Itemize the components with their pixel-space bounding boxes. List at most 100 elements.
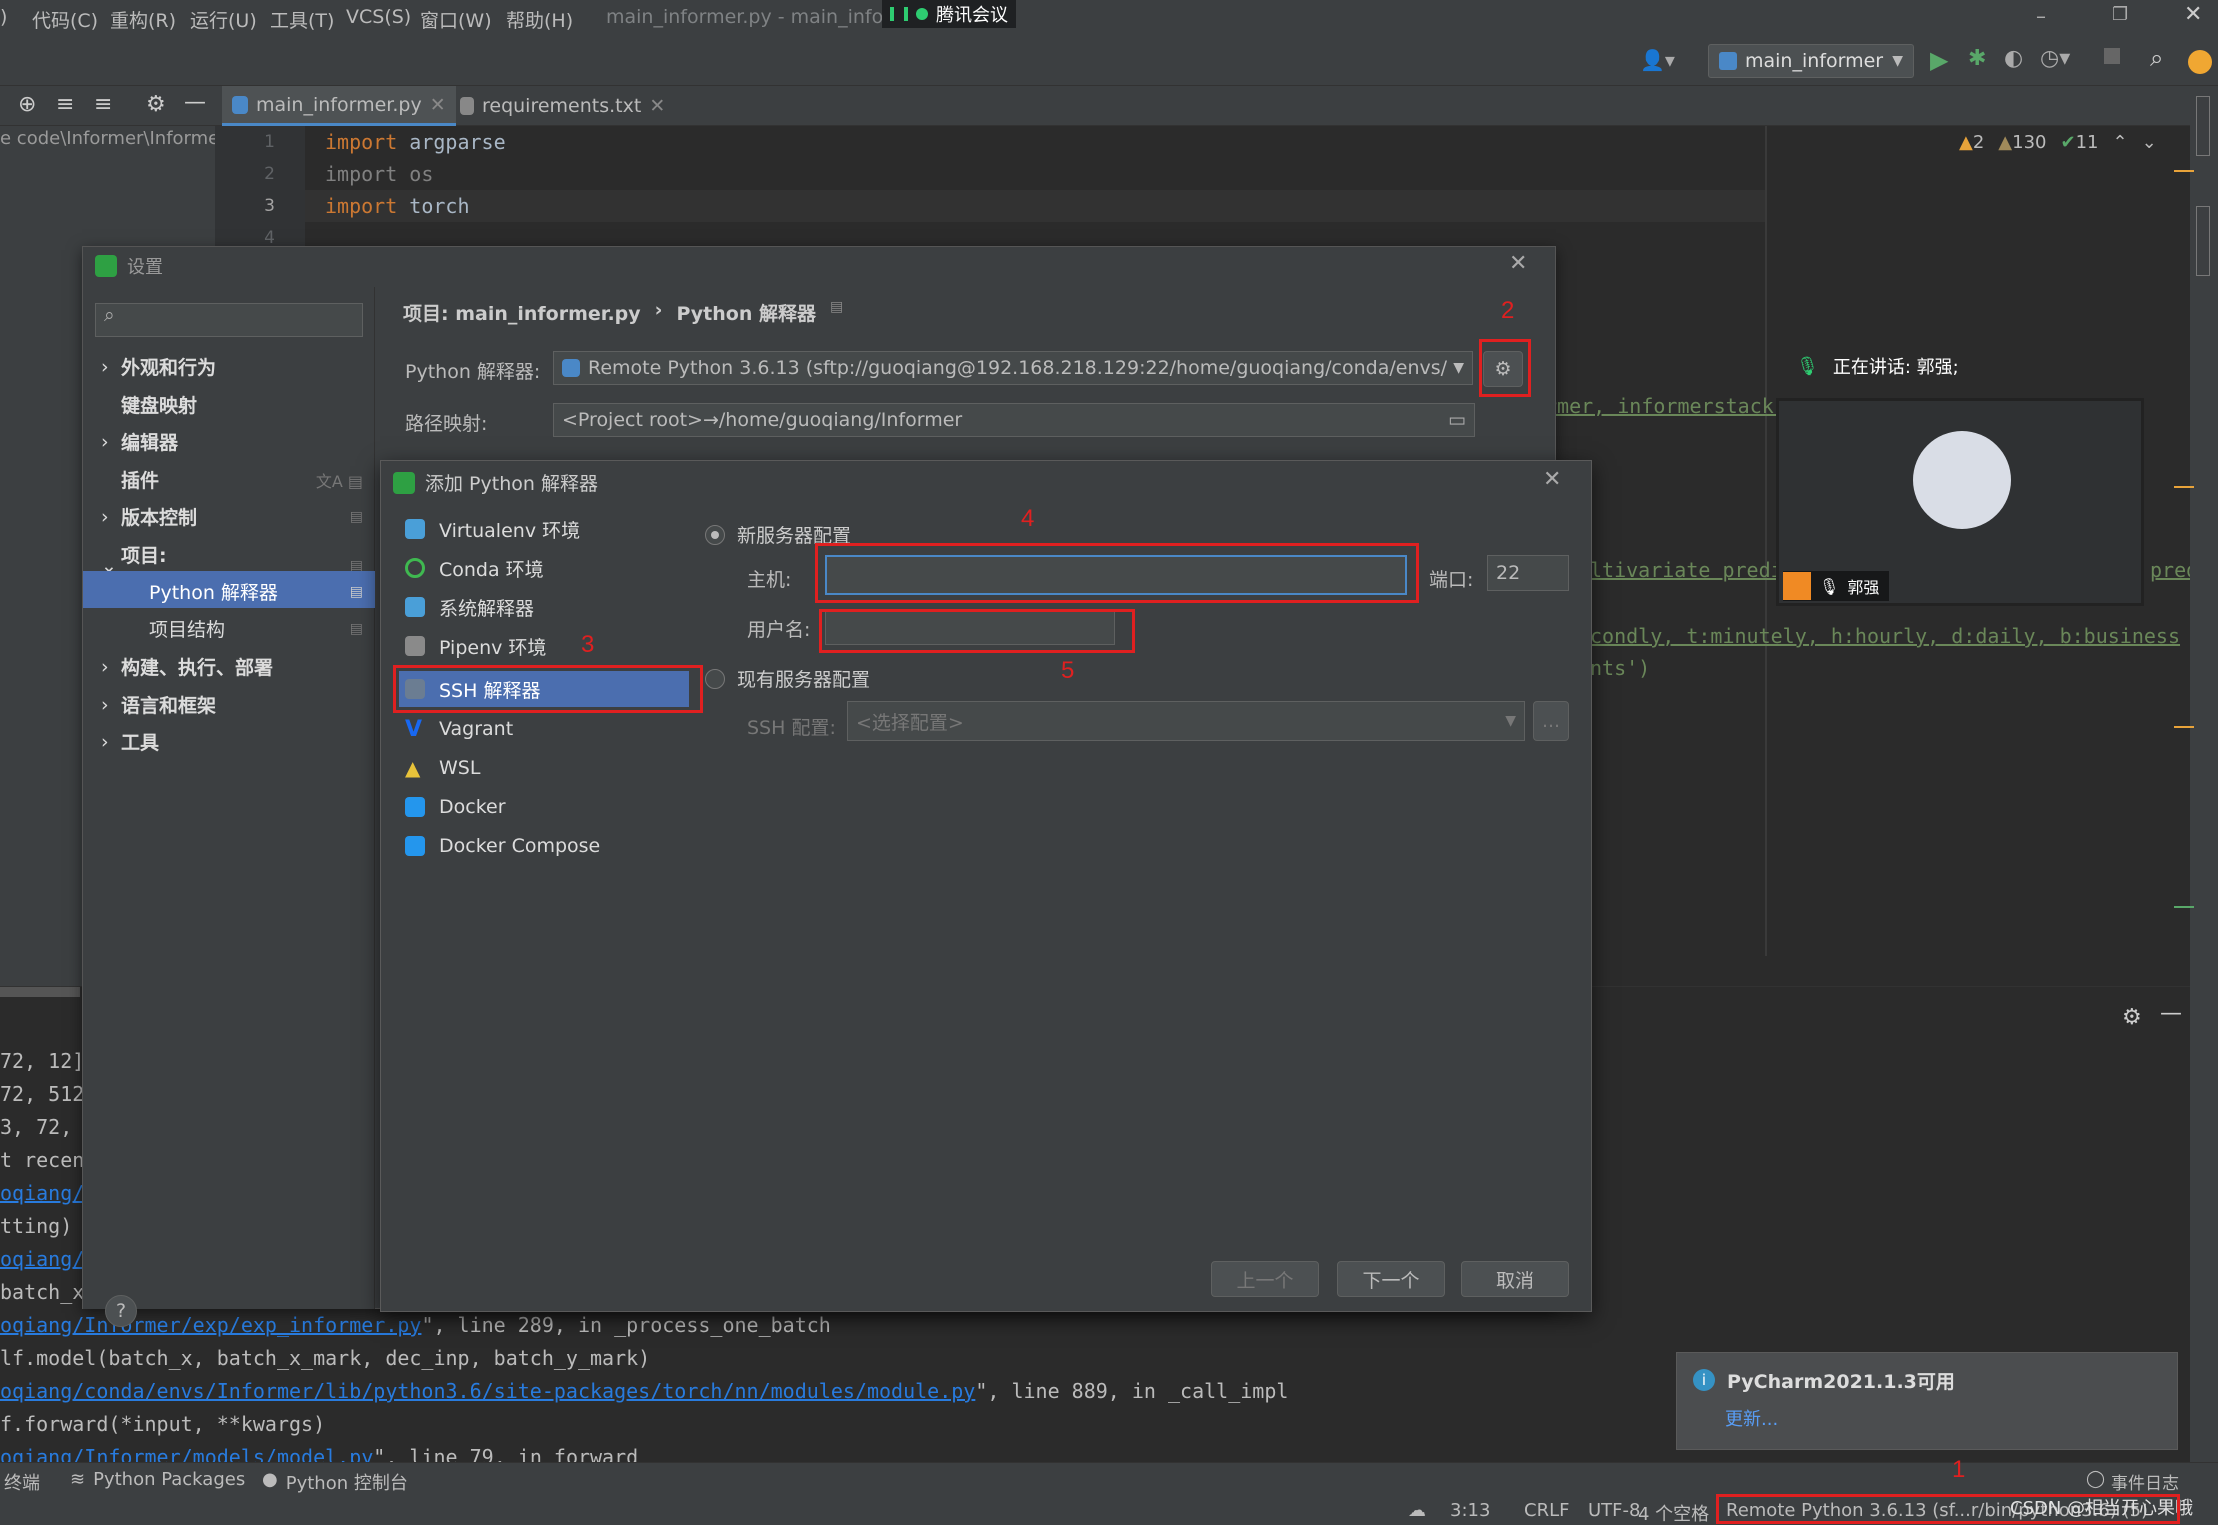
help-button[interactable]: ? [105,1295,137,1327]
sciview-tool-icon[interactable] [2196,206,2210,276]
ssh-config-browse-button[interactable]: ... [1533,701,1569,741]
nav-keymap[interactable]: 键盘映射 [101,391,197,418]
search-icon[interactable]: ⌕ [2150,44,2163,72]
update-notification[interactable]: i PyCharm2021.1.3可用 更新... [1676,1352,2178,1450]
output-link[interactable]: oqiang/ [0,1247,84,1271]
indent-setting[interactable]: 4 个空格 [1638,1500,1709,1525]
database-tool-icon[interactable] [2196,96,2210,156]
menu-vcs[interactable]: VCS(S) [346,6,411,28]
menu-run[interactable]: 运行(U) [190,6,257,33]
folder-icon[interactable]: ▭ [1448,409,1466,431]
participant-label: 🎙 郭强 [1783,571,1890,601]
output-line: 72, 512 [0,1082,85,1106]
inspection-widget[interactable]: ▲2 ▲130 ✔11 ⌃ ⌄ [1959,132,2157,153]
speaking-label: 正在讲话: 郭强; [1832,357,1959,378]
stop-icon[interactable] [2104,48,2120,64]
terminal-tab[interactable]: 终端 [4,1469,40,1495]
nav-plugins[interactable]: 插件 文A ▤ [101,466,363,493]
nav-editor[interactable]: › 编辑器 [101,428,178,455]
nav-languages[interactable]: › 语言和框架 [101,691,216,718]
path-mapping-field[interactable]: <Project root>→/home/guoqiang/Informer ▭ [553,403,1475,437]
pycharm-icon [393,471,415,494]
translate-icon: 文A ▤ [315,471,363,491]
close-icon[interactable]: ✕ [1509,251,1527,276]
meeting-video-tile[interactable]: 🎙 郭强 [1776,398,2144,606]
minimize-icon[interactable]: – [2036,4,2046,28]
update-icon[interactable] [2188,50,2212,74]
type-pipenv[interactable]: Pipenv 环境 [405,628,546,664]
cancel-button[interactable]: 取消 [1461,1261,1569,1297]
close-window-icon[interactable]: ✕ [2184,2,2202,27]
nav-project-structure[interactable]: 项目结构 ▤ [149,615,363,642]
debug-icon[interactable]: ✱ [1968,46,1986,71]
settings-search-input[interactable]: ⌕ [95,303,363,337]
python-console-tab[interactable]: ● Python 控制台 [262,1469,408,1495]
run-icon[interactable]: ▶ [1930,46,1948,74]
output-link[interactable]: oqiang/Informer/exp/exp_informer.py [0,1313,421,1337]
nav-python-interpreter[interactable]: Python 解释器 ▤ [149,578,363,605]
tab-requirements[interactable]: requirements.txt ✕ [450,86,675,126]
avatar [1913,431,2011,529]
menu-refactor[interactable]: 重构(R) [110,6,176,33]
menu-window[interactable]: 窗口(W) [420,6,492,33]
radio-existing-server[interactable]: 现有服务器配置 [705,665,870,692]
menu-code[interactable]: 代码(C) [32,6,98,33]
type-wsl[interactable]: ▲ WSL [405,750,480,786]
previous-button[interactable]: 上一个 [1211,1261,1319,1297]
close-tab-icon[interactable]: ✕ [430,94,446,116]
hide-icon[interactable]: — [2160,1001,2182,1026]
code-fragment: condly, t:minutely, h:hourly, d:daily, b… [1590,624,2181,648]
chevron-up-icon[interactable]: ⌃ [2113,132,2128,153]
file-encoding[interactable]: UTF-8 [1588,1500,1640,1521]
type-system[interactable]: 系统解释器 [405,589,534,625]
gear-icon[interactable]: ⚙ [2122,1005,2142,1030]
interpreter-select[interactable]: Remote Python 3.6.13 (sftp://guoqiang@19… [553,351,1473,385]
add-interpreter-dialog: 添加 Python 解释器 ✕ Virtualenv 环境 Conda 环境 系… [380,460,1592,1312]
output-link[interactable]: oqiang/ [0,1181,84,1205]
output-link[interactable]: oqiang/conda/envs/Informer/lib/python3.6… [0,1379,975,1403]
virtualenv-icon [405,519,425,539]
port-input[interactable]: 22 [1487,555,1569,591]
coverage-icon[interactable]: ◐ [2004,46,2023,71]
background-tasks-icon[interactable]: ☁ [1408,1500,1426,1521]
nav-vcs[interactable]: › 版本控制 ▤ [101,503,363,530]
tab-main-informer[interactable]: main_informer.py ✕ [222,86,456,126]
nav-tools[interactable]: › 工具 [101,728,159,755]
locate-icon[interactable]: ⊕ [18,92,36,117]
type-virtualenv[interactable]: Virtualenv 环境 [405,511,580,547]
type-docker[interactable]: Docker [405,789,506,825]
profile-icon[interactable]: ◷▾ [2040,46,2070,71]
layers-icon: ≋ [70,1469,86,1490]
expand-all-icon[interactable]: ≡ [56,92,74,117]
update-link[interactable]: 更新... [1725,1405,1778,1431]
menu-item[interactable]: ) [0,6,7,28]
breadcrumb-project[interactable]: 项目: main_informer.py [403,299,641,326]
line-separator[interactable]: CRLF [1524,1500,1569,1521]
hide-icon[interactable]: — [184,90,206,115]
type-vagrant[interactable]: V Vagrant [405,711,513,747]
python-packages-tab[interactable]: ≋ Python Packages [70,1469,245,1490]
chevron-down-icon[interactable]: ⌄ [2142,132,2157,153]
meeting-badge[interactable]: 腾讯会议 [882,0,1016,28]
menu-tools[interactable]: 工具(T) [270,6,334,33]
type-docker-compose[interactable]: Docker Compose [405,828,600,864]
type-conda[interactable]: Conda 环境 [405,550,544,586]
ssh-config-select[interactable]: <选择配置> ▼ [847,701,1525,741]
caret-position[interactable]: 3:13 [1450,1500,1490,1521]
menu-help[interactable]: 帮助(H) [506,6,573,33]
collapse-all-icon[interactable]: ≡ [94,92,112,117]
restore-icon[interactable]: ❐ [2112,4,2128,25]
close-icon[interactable]: ✕ [1543,467,1561,492]
event-log-tab[interactable]: ◯ 事件日志 [2086,1469,2179,1494]
nav-appearance[interactable]: › 外观和行为 [101,353,216,380]
run-config-selector[interactable]: main_informer ▼ [1708,44,1914,78]
scroll-thumb[interactable] [0,987,80,997]
annotation-box-5 [819,609,1135,653]
project-path: e code\Informer\Informe [0,128,220,149]
close-tab-icon[interactable]: ✕ [649,95,665,117]
gear-icon[interactable]: ⚙ [146,92,166,117]
next-button[interactable]: 下一个 [1337,1261,1445,1297]
user-icon[interactable]: 👤▾ [1640,48,1675,72]
bubble-icon: ◯ [2086,1469,2106,1489]
nav-build[interactable]: › 构建、执行、部署 [101,653,273,680]
